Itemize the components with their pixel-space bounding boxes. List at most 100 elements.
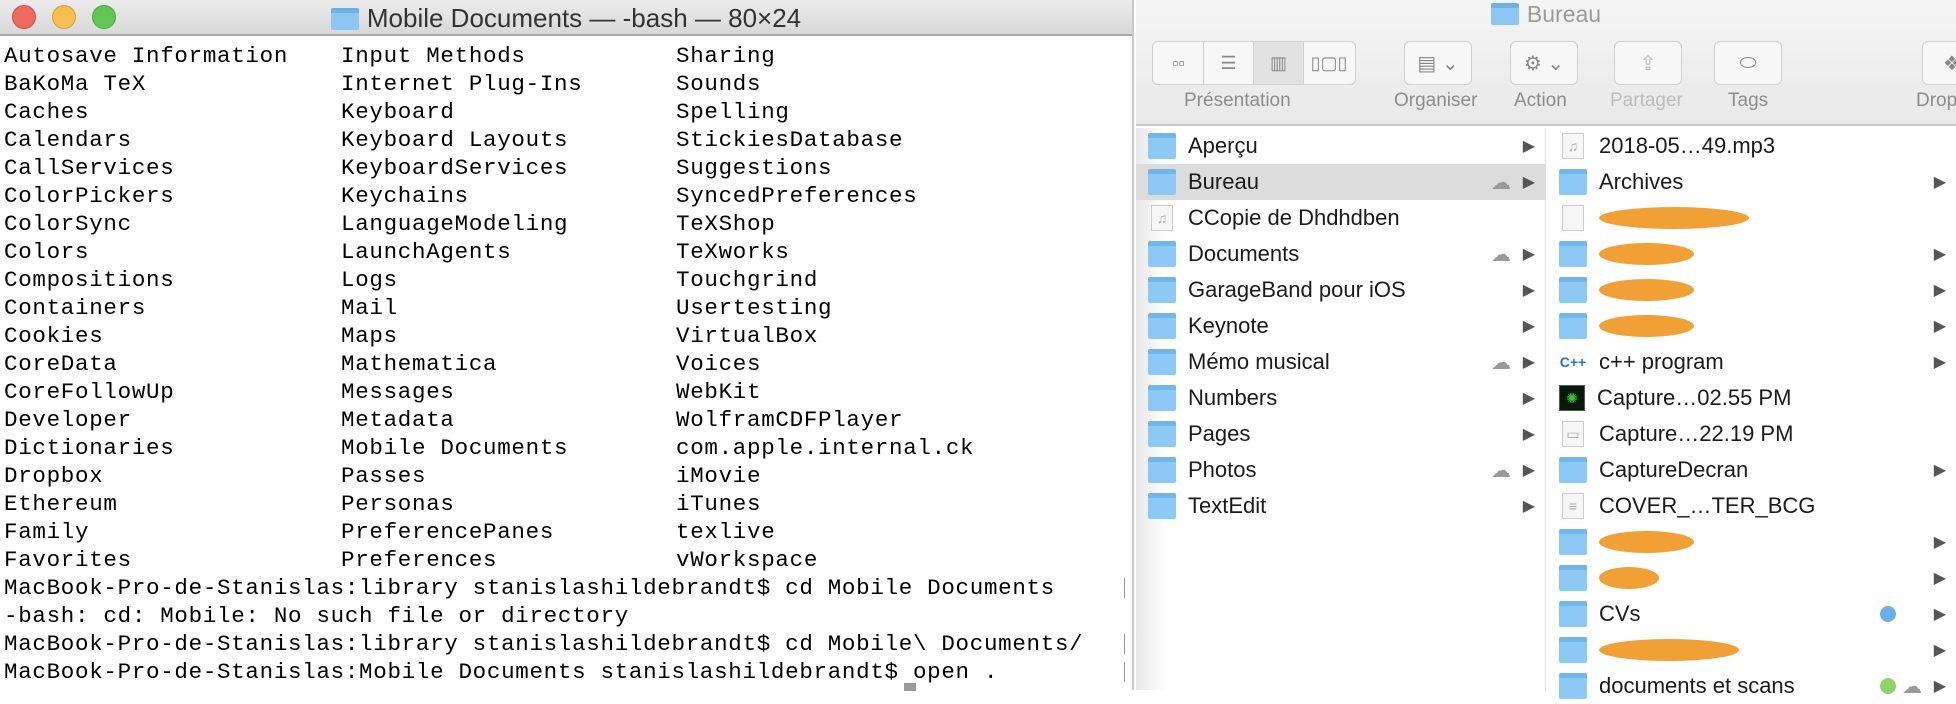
item-label: Aperçu [1188, 133, 1258, 158]
sidebar-item[interactable]: Pages ▶ [1136, 416, 1545, 452]
terminal-window: Mobile Documents — -bash — 80×24 Autosav… [0, 0, 1134, 691]
folder-icon [1559, 277, 1587, 303]
terminal-list-entry: PreferencePanes [341, 519, 555, 545]
folder-icon [1148, 421, 1176, 447]
chevron-right-icon: ▶ [1522, 354, 1535, 371]
arrange-button[interactable]: ▤ ⌄ [1404, 41, 1472, 85]
terminal-list-entry: Favorites [4, 547, 132, 573]
terminal-list-entry: VirtualBox [676, 323, 819, 349]
item-label: CVs [1599, 601, 1641, 626]
file-item[interactable]: ▶ [1547, 560, 1956, 596]
pdf-file-icon [1562, 205, 1584, 231]
folder-icon [1148, 241, 1176, 267]
file-item[interactable]: documents et scans ☁ ▶ [1547, 668, 1956, 704]
finder-title: Bureau [1136, 0, 1956, 28]
file-item[interactable]: ✺ Capture…02.55 PM [1547, 380, 1956, 416]
terminal-line: -bash: cd: Mobile: No such file or direc… [4, 603, 629, 629]
terminal-list-entry: Dropbox [4, 463, 104, 489]
terminal-list-entry: Mathematica [341, 351, 498, 377]
gear-icon: ⚙ ⌄ [1523, 52, 1565, 75]
terminal-list-entry: Mail [341, 295, 398, 321]
share-button[interactable]: ⇪ [1614, 41, 1682, 85]
item-label: c++ program [1599, 349, 1724, 374]
sidebar-item[interactable]: ♫ CCopie de Dhdhdben [1136, 200, 1545, 236]
terminal-list-entry: Messages [341, 379, 455, 405]
list-view-icon[interactable]: ☰ [1204, 42, 1254, 84]
folder-icon [1559, 565, 1587, 591]
item-label: CCopie de Dhdhdben [1188, 205, 1400, 230]
sidebar-item[interactable]: Aperçu ▶ [1136, 128, 1545, 164]
file-item[interactable]: ▭ Capture…22.19 PM [1547, 416, 1956, 452]
terminal-list-entry: Developer [4, 407, 132, 433]
chevron-right-icon: ▶ [1933, 246, 1946, 263]
terminal-list-entry: Internet Plug-Ins [341, 71, 583, 97]
folder-icon [1559, 169, 1587, 195]
file-item[interactable]: ♫ 2018-05…49.mp3 [1547, 128, 1956, 164]
terminal-list-entry: LaunchAgents [341, 239, 512, 265]
terminal-list-entry: Passes [341, 463, 427, 489]
chevron-right-icon: ▶ [1933, 642, 1946, 659]
file-item[interactable]: ▶ [1547, 632, 1956, 668]
finder-toolbar: Bureau ▫▫ ☰ ▥ ▯▢▯ Présentation ▤ ⌄ Organ… [1136, 0, 1956, 126]
sidebar-item[interactable]: Keynote ▶ [1136, 308, 1545, 344]
icloud-download-icon[interactable]: ☁ [1902, 674, 1922, 699]
icloud-download-icon[interactable]: ☁ [1491, 242, 1511, 267]
cover-flow-icon[interactable]: ▯▢▯ [1304, 42, 1354, 84]
sidebar-item[interactable]: Mémo musical ☁ ▶ [1136, 344, 1545, 380]
chevron-right-icon: ▶ [1933, 534, 1946, 551]
file-item[interactable]: ≡ COVER_…TER_BCG [1547, 488, 1956, 524]
terminal-output[interactable]: Autosave Information BaKoMa TeX Caches Cale… [0, 36, 1132, 691]
file-item[interactable]: ▶ [1547, 272, 1956, 308]
file-item[interactable]: Archives ▶ [1547, 164, 1956, 200]
file-item[interactable] [1547, 200, 1956, 236]
action-label: Action [1514, 90, 1567, 111]
folder-icon [1148, 133, 1176, 159]
terminal-list-entry: Logs [341, 267, 398, 293]
file-item[interactable]: C++ c++ program ▶ [1547, 344, 1956, 380]
item-label: Photos [1188, 457, 1257, 482]
image-thumbnail-icon: ✺ [1559, 385, 1585, 411]
redacted-name [1599, 639, 1739, 661]
chevron-right-icon: ▶ [1522, 426, 1535, 443]
item-label: documents et scans [1599, 673, 1795, 698]
terminal-list-entry: CoreData [4, 351, 118, 377]
dropbox-button[interactable]: ❖ [1922, 41, 1956, 85]
terminal-list-entry: WebKit [676, 379, 762, 405]
file-item[interactable]: ▶ [1547, 308, 1956, 344]
file-item[interactable]: ▶ [1547, 236, 1956, 272]
chevron-right-icon: ▶ [1933, 174, 1946, 191]
sidebar-item[interactable]: Documents ☁ ▶ [1136, 236, 1545, 272]
file-item[interactable]: ▶ [1547, 524, 1956, 560]
item-label: COVER_…TER_BCG [1599, 493, 1816, 518]
terminal-line: MacBook-Pro-de-Stanislas:library stanisl… [4, 575, 1055, 601]
sidebar-item[interactable]: Bureau ☁ ▶ [1136, 164, 1545, 200]
file-item[interactable]: CVs ▶ [1547, 596, 1956, 632]
sidebar-item[interactable]: Numbers ▶ [1136, 380, 1545, 416]
chevron-right-icon: ▶ [1933, 570, 1946, 587]
file-item[interactable]: CaptureDecran ▶ [1547, 452, 1956, 488]
icloud-download-icon[interactable]: ☁ [1491, 170, 1511, 195]
terminal-list-entry: KeyboardServices [341, 155, 569, 181]
terminal-list-entry: StickiesDatabase [676, 127, 904, 153]
column-view-icon[interactable]: ▥ [1254, 42, 1304, 84]
document-icon: ≡ [1562, 493, 1584, 519]
folder-icon [1148, 313, 1176, 339]
sidebar-item[interactable]: GarageBand pour iOS ▶ [1136, 272, 1545, 308]
icloud-download-icon[interactable]: ☁ [1491, 350, 1511, 375]
sidebar-item[interactable]: TextEdit ▶ [1136, 488, 1545, 524]
icloud-download-icon[interactable]: ☁ [1491, 458, 1511, 483]
action-button[interactable]: ⚙ ⌄ [1510, 41, 1578, 85]
color-tag [1880, 606, 1896, 622]
redacted-name [1599, 243, 1694, 265]
line-marker [1122, 578, 1125, 598]
sidebar-item[interactable]: Photos ☁ ▶ [1136, 452, 1545, 488]
terminal-list-entry: Suggestions [676, 155, 833, 181]
line-marker [1122, 634, 1125, 654]
view-mode-control[interactable]: ▫▫ ☰ ▥ ▯▢▯ [1152, 41, 1356, 85]
tags-button[interactable]: ⬭ [1714, 41, 1782, 85]
icon-view-icon[interactable]: ▫▫ [1154, 42, 1204, 84]
share-icon: ⇪ [1639, 52, 1657, 75]
folder-icon [330, 7, 359, 30]
chevron-right-icon: ▶ [1933, 606, 1946, 623]
tag-icon: ⬭ [1739, 51, 1757, 74]
